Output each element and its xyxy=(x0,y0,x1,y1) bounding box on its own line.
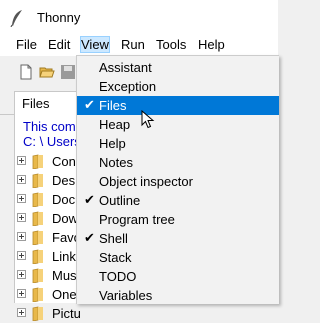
view-menu-item-object-inspector[interactable]: Object inspector xyxy=(77,172,279,191)
expand-icon[interactable] xyxy=(17,289,26,298)
save-icon[interactable] xyxy=(60,64,76,80)
view-menu-item-label: Program tree xyxy=(99,212,175,227)
view-menu-item-notes[interactable]: Notes xyxy=(77,153,279,172)
view-menu-item-label: Notes xyxy=(99,155,133,170)
files-info-text: This comp xyxy=(23,119,83,134)
view-menu-item-label: Stack xyxy=(99,250,132,265)
view-menu-item-label: Files xyxy=(99,98,127,113)
tree-item-label: Mus xyxy=(52,268,77,283)
view-menu-item-todo[interactable]: TODO xyxy=(77,267,279,286)
view-menu-item-label: Heap xyxy=(99,117,131,132)
files-path-breadcrumb[interactable]: C: \ Users xyxy=(23,134,81,149)
view-menu-item-heap[interactable]: Heap xyxy=(77,115,279,134)
mouse-pointer-icon xyxy=(141,110,155,129)
new-file-icon[interactable] xyxy=(18,64,34,80)
view-menu-item-files[interactable]: ✔ Files xyxy=(77,96,279,115)
checkmark-icon: ✔ xyxy=(84,97,95,112)
view-menu-item-label: Outline xyxy=(99,193,141,208)
view-menu-item-help[interactable]: Help xyxy=(77,134,279,153)
folder-icon xyxy=(32,192,43,207)
open-folder-icon[interactable] xyxy=(39,64,55,80)
expand-icon[interactable] xyxy=(17,270,26,279)
menu-tools[interactable]: Tools xyxy=(156,37,186,52)
checkmark-icon: ✔ xyxy=(84,192,95,207)
view-menu-item-stack[interactable]: Stack xyxy=(77,248,279,267)
view-menu-item-outline[interactable]: ✔ Outline xyxy=(77,191,279,210)
view-menu-item-label: Shell xyxy=(99,231,128,246)
checkmark-icon: ✔ xyxy=(84,230,95,245)
expand-icon[interactable] xyxy=(17,156,26,165)
view-menu-item-label: Exception xyxy=(99,79,157,94)
tree-item-label: Dow xyxy=(52,211,79,226)
expand-icon[interactable] xyxy=(17,175,26,184)
folder-icon xyxy=(32,173,43,188)
view-menu-item-program-tree[interactable]: Program tree xyxy=(77,210,279,229)
view-menu-dropdown: Assistant Exception ✔ Files Heap Help No… xyxy=(76,55,279,304)
view-menu-item-shell[interactable]: ✔ Shell xyxy=(77,229,279,248)
tab-files[interactable]: Files xyxy=(14,91,80,115)
folder-icon xyxy=(32,287,43,302)
view-menu-item-exception[interactable]: Exception xyxy=(77,77,279,96)
view-menu-item-label: Variables xyxy=(99,288,153,303)
view-menu-item-variables[interactable]: Variables xyxy=(77,286,279,304)
title-bar: Thonny xyxy=(0,0,278,34)
menu-bar: File Edit View Run Tools Help xyxy=(0,34,278,56)
expand-icon[interactable] xyxy=(17,194,26,203)
folder-icon xyxy=(32,211,43,226)
view-menu-item-label: Help xyxy=(99,136,126,151)
view-menu-item-label: TODO xyxy=(99,269,137,284)
menu-edit[interactable]: Edit xyxy=(48,37,70,52)
folder-icon xyxy=(32,249,43,264)
tree-item[interactable]: Pictu xyxy=(15,304,279,323)
view-menu-item-label: Assistant xyxy=(99,60,152,75)
expand-icon[interactable] xyxy=(17,213,26,222)
menu-file[interactable]: File xyxy=(16,37,37,52)
tree-item-label: Pictu xyxy=(52,306,81,321)
view-menu-item-assistant[interactable]: Assistant xyxy=(77,58,279,77)
folder-icon xyxy=(32,230,43,245)
menu-view[interactable]: View xyxy=(80,36,110,53)
window-title: Thonny xyxy=(37,10,81,25)
expand-icon[interactable] xyxy=(17,308,26,317)
menu-run[interactable]: Run xyxy=(121,37,145,52)
thonny-feather-icon xyxy=(10,10,22,27)
view-menu-item-label: Object inspector xyxy=(99,174,193,189)
menu-help[interactable]: Help xyxy=(198,37,225,52)
folder-icon xyxy=(32,306,43,321)
tab-files-label: Files xyxy=(22,96,50,111)
expand-icon[interactable] xyxy=(17,251,26,260)
folder-icon xyxy=(32,268,43,283)
expand-icon[interactable] xyxy=(17,232,26,241)
folder-icon xyxy=(32,154,43,169)
